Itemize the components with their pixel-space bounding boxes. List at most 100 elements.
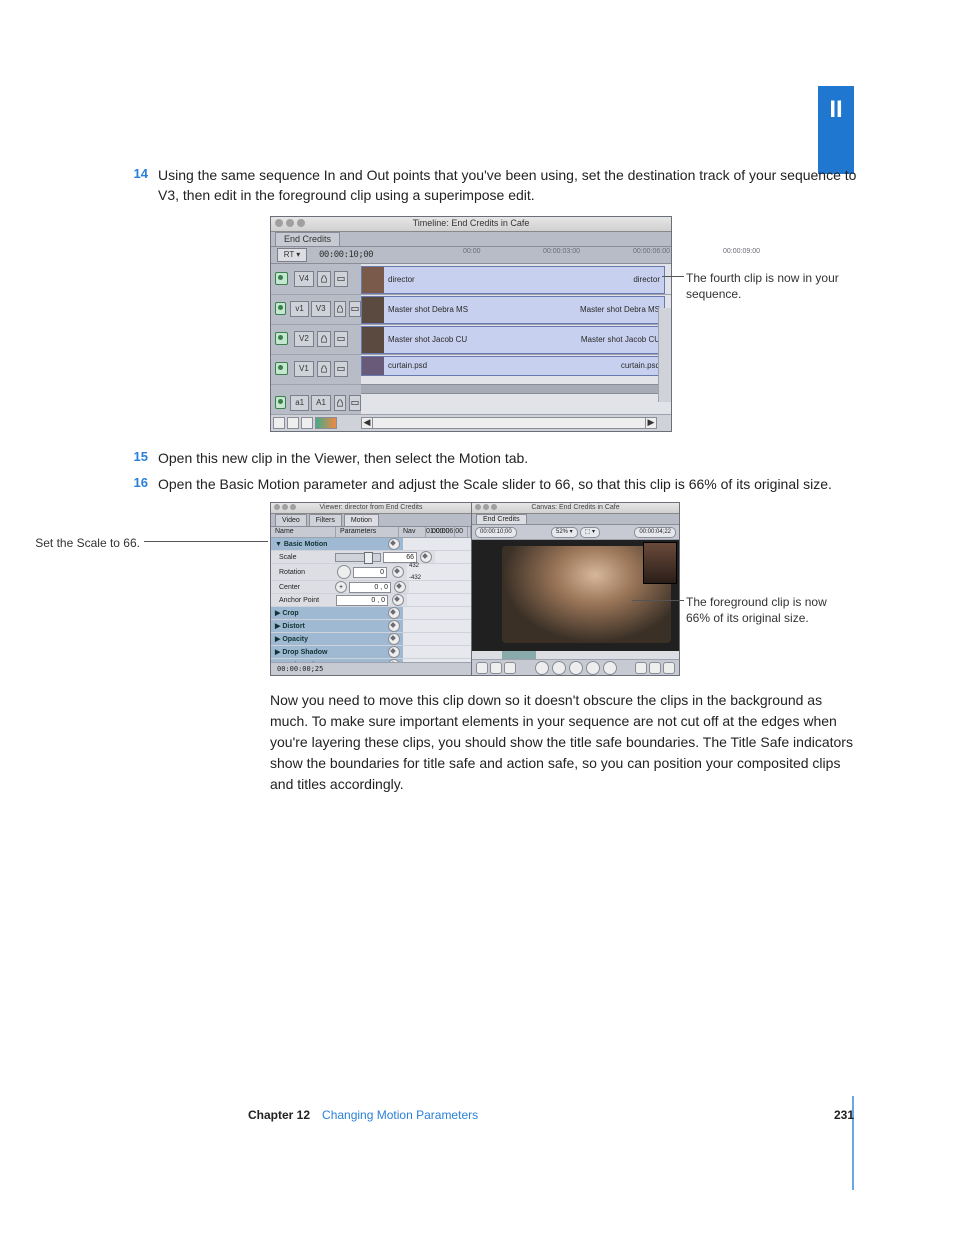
lock-icon[interactable] bbox=[334, 301, 346, 317]
param-rotation: Rotation0432-432 bbox=[271, 564, 471, 581]
go-to-start-icon[interactable] bbox=[535, 661, 549, 675]
canvas-tc-left[interactable]: 00:00:10;00 bbox=[475, 527, 517, 538]
canvas-viewport[interactable] bbox=[472, 540, 679, 651]
replace-edit-button[interactable] bbox=[504, 662, 516, 674]
step-16: 16 Open the Basic Motion parameter and a… bbox=[130, 474, 860, 494]
toggle-button[interactable] bbox=[287, 417, 299, 429]
clip-label: Master shot Jacob CU bbox=[384, 335, 581, 344]
clip-director[interactable]: directordirector bbox=[361, 266, 665, 294]
viewer-timecode[interactable]: 00:00:00;25 bbox=[271, 665, 323, 673]
mark-out-button[interactable] bbox=[649, 662, 661, 674]
rotation-dial[interactable] bbox=[337, 565, 351, 579]
overwrite-edit-button[interactable] bbox=[490, 662, 502, 674]
mark-clip-button[interactable] bbox=[663, 662, 675, 674]
go-to-end-icon[interactable] bbox=[603, 661, 617, 675]
rotation-value[interactable]: 0 bbox=[353, 567, 387, 578]
canvas-tc-right[interactable]: 00:00:04;22 bbox=[634, 527, 676, 538]
step-forward-icon[interactable] bbox=[586, 661, 600, 675]
track-target[interactable]: V4 bbox=[294, 271, 314, 287]
keyframe-nav-icon[interactable] bbox=[388, 659, 400, 662]
playhead-region bbox=[502, 651, 536, 659]
toggle-button[interactable] bbox=[301, 417, 313, 429]
current-timecode[interactable]: 00:00:10;00 bbox=[319, 250, 373, 260]
scroll-left-arrow-icon[interactable]: ◀ bbox=[362, 418, 373, 428]
track-target[interactable]: V1 bbox=[294, 361, 314, 377]
insert-edit-button[interactable] bbox=[476, 662, 488, 674]
clip-end-label: Master shot Jacob CU bbox=[581, 335, 664, 344]
ruler-mark: 00:00:03:00 bbox=[543, 248, 580, 255]
keyframe-nav-icon[interactable] bbox=[388, 538, 400, 550]
horizontal-scrollbar[interactable]: ◀ ▶ bbox=[361, 417, 657, 429]
viewer-canvas-screenshot: Viewer: director from End Credits Video … bbox=[270, 502, 680, 676]
canvas-titlebar: Canvas: End Credits in Cafe bbox=[472, 503, 679, 514]
track-visibility-toggle[interactable] bbox=[275, 302, 286, 315]
param-crop[interactable]: ▶ Crop bbox=[271, 607, 471, 620]
track-visibility-toggle[interactable] bbox=[275, 332, 288, 345]
track-visibility-toggle[interactable] bbox=[275, 362, 288, 375]
motion-column-header: Name Parameters Nav 00:00 01:00:06:00 bbox=[271, 527, 471, 538]
track-header-v2: V2 bbox=[271, 324, 361, 355]
scroll-right-arrow-icon[interactable]: ▶ bbox=[645, 418, 656, 428]
mark-in-button[interactable] bbox=[635, 662, 647, 674]
anchor-value[interactable]: 0 , 0 bbox=[336, 595, 388, 606]
rt-popup[interactable]: RT ▾ bbox=[277, 248, 307, 262]
keyframe-nav-icon[interactable] bbox=[394, 581, 406, 593]
param-drop-shadow[interactable]: ▶ Drop Shadow bbox=[271, 646, 471, 659]
keyframe-nav-icon[interactable] bbox=[388, 607, 400, 619]
canvas-view-popup[interactable]: ⬚ ▾ bbox=[580, 527, 600, 538]
auto-select-toggle[interactable] bbox=[334, 331, 348, 347]
track-target[interactable]: A1 bbox=[311, 395, 331, 411]
scrubber-bar[interactable] bbox=[472, 651, 679, 660]
keyframe-nav-icon[interactable] bbox=[388, 620, 400, 632]
lock-icon[interactable] bbox=[334, 395, 346, 411]
canvas-zoom-popup[interactable]: 52% ▾ bbox=[551, 527, 578, 538]
lock-icon[interactable] bbox=[317, 331, 331, 347]
crosshair-icon[interactable]: + bbox=[335, 581, 347, 593]
keyframe-nav-icon[interactable] bbox=[388, 633, 400, 645]
timeline-ruler[interactable]: 00:00 00:00:03:00 00:00:06:00 00:00:09:0… bbox=[463, 247, 671, 263]
auto-select-toggle[interactable] bbox=[334, 271, 348, 287]
clip-debra[interactable]: Master shot Debra MSMaster shot Debra MS bbox=[361, 296, 665, 324]
window-title: Timeline: End Credits in Cafe bbox=[271, 218, 671, 228]
clip-curtain[interactable]: curtain.psdcurtain.psd bbox=[361, 356, 665, 376]
track-target[interactable]: V3 bbox=[311, 301, 331, 317]
step-back-icon[interactable] bbox=[552, 661, 566, 675]
tab-video[interactable]: Video bbox=[275, 514, 307, 526]
step-text: Open the Basic Motion parameter and adju… bbox=[158, 474, 860, 494]
play-icon[interactable] bbox=[569, 661, 583, 675]
track-height-control[interactable] bbox=[315, 417, 337, 429]
canvas-tab[interactable]: End Credits bbox=[476, 514, 527, 524]
tab-filters[interactable]: Filters bbox=[309, 514, 342, 526]
keyframe-nav-icon[interactable] bbox=[392, 566, 404, 578]
keyframe-nav-icon[interactable] bbox=[388, 646, 400, 658]
scale-slider[interactable] bbox=[335, 553, 381, 562]
auto-select-toggle[interactable] bbox=[349, 301, 361, 317]
clip-jacob[interactable]: Master shot Jacob CUMaster shot Jacob CU bbox=[361, 326, 665, 354]
timeline-track-area[interactable]: directordirector Master shot Debra MSMas… bbox=[361, 264, 671, 418]
track-visibility-toggle[interactable] bbox=[275, 272, 288, 285]
scale-value[interactable]: 66 bbox=[383, 552, 417, 563]
track-target[interactable]: V2 bbox=[294, 331, 314, 347]
lock-icon[interactable] bbox=[317, 271, 331, 287]
param-basic-motion[interactable]: ▼ Basic Motion bbox=[271, 538, 471, 551]
keyframe-nav-icon[interactable] bbox=[420, 551, 432, 563]
keyframe-nav-icon[interactable] bbox=[392, 594, 404, 606]
lock-icon[interactable] bbox=[317, 361, 331, 377]
sequence-tab[interactable]: End Credits bbox=[275, 232, 340, 246]
source-target[interactable]: v1 bbox=[290, 301, 308, 317]
clip-end-label: Master shot Debra MS bbox=[580, 305, 664, 314]
auto-select-toggle[interactable] bbox=[349, 395, 361, 411]
param-distort[interactable]: ▶ Distort bbox=[271, 620, 471, 633]
tab-motion[interactable]: Motion bbox=[344, 514, 379, 526]
step-number: 15 bbox=[130, 448, 148, 468]
source-target[interactable]: a1 bbox=[290, 395, 309, 411]
param-opacity[interactable]: ▶ Opacity bbox=[271, 633, 471, 646]
center-value[interactable]: 0 , 0 bbox=[349, 582, 391, 593]
vertical-scrollbar[interactable] bbox=[658, 308, 671, 402]
graph-min-label: -432 bbox=[409, 575, 421, 581]
col-parameters: Parameters bbox=[336, 527, 399, 537]
toggle-button[interactable] bbox=[273, 417, 285, 429]
audio-track-area[interactable] bbox=[361, 392, 671, 415]
auto-select-toggle[interactable] bbox=[334, 361, 348, 377]
track-visibility-toggle[interactable] bbox=[275, 396, 286, 409]
